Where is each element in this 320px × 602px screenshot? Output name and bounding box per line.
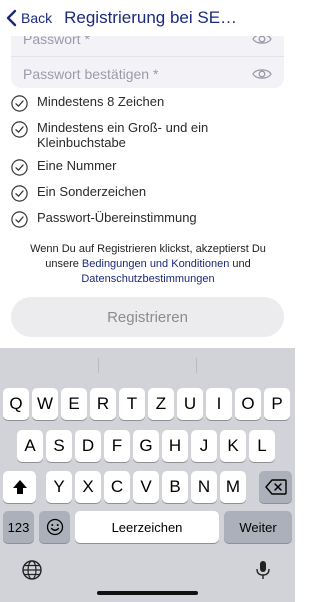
delete-key[interactable]	[259, 471, 292, 503]
emoji-key[interactable]	[39, 511, 70, 543]
emoji-icon	[46, 518, 63, 536]
page-title: Registrierung bei SEC...	[64, 8, 243, 27]
key[interactable]: G	[133, 430, 159, 462]
key[interactable]: E	[61, 388, 87, 420]
suggestion-divider	[196, 358, 197, 373]
requirement-item: Mindestens ein Groß- und ein Kleinbuchst…	[11, 120, 286, 150]
microphone-icon[interactable]	[252, 559, 274, 581]
key[interactable]: Z	[148, 388, 174, 420]
key[interactable]: J	[191, 430, 217, 462]
requirement-item: Mindestens 8 Zeichen	[11, 94, 286, 112]
key[interactable]: F	[104, 430, 130, 462]
back-label: Back	[21, 10, 53, 26]
check-circle-icon	[11, 211, 28, 228]
shift-key[interactable]	[3, 471, 36, 503]
key[interactable]: D	[75, 430, 101, 462]
back-button[interactable]: Back	[0, 9, 52, 27]
space-key[interactable]: Leerzeichen	[75, 511, 219, 543]
requirement-label: Mindestens 8 Zeichen	[37, 94, 165, 109]
check-circle-icon	[11, 121, 28, 138]
nav-header: Back Registrierung bei SEC...	[0, 0, 295, 36]
key[interactable]: Y	[46, 471, 72, 503]
key[interactable]: R	[90, 388, 116, 420]
key[interactable]: P	[264, 388, 290, 420]
suggestion-bar	[0, 348, 295, 382]
privacy-policy-link[interactable]: Datenschutzbestimmungen	[81, 273, 214, 285]
delete-icon	[264, 479, 287, 495]
key[interactable]: W	[32, 388, 58, 420]
globe-icon[interactable]	[21, 559, 43, 581]
key[interactable]: T	[119, 388, 145, 420]
key[interactable]: L	[249, 430, 275, 462]
keyboard-row-2: A S D F G H J K L	[0, 430, 295, 462]
requirement-label: Eine Nummer	[37, 158, 117, 173]
key[interactable]: N	[191, 471, 217, 503]
suggestion-divider	[98, 358, 99, 373]
key[interactable]: Q	[3, 388, 29, 420]
numbers-key[interactable]: 123	[3, 511, 34, 543]
key[interactable]: M	[220, 471, 246, 503]
register-button[interactable]: Registrieren	[11, 297, 284, 337]
terms-and: und	[232, 258, 251, 270]
requirement-item: Passwort-Übereinstimmung	[11, 210, 286, 228]
key[interactable]: B	[162, 471, 188, 503]
keyboard: Q W E R T Z U I O P A S D F G H J K L Y …	[0, 348, 295, 602]
requirement-label: Passwort-Übereinstimmung	[37, 210, 197, 225]
check-circle-icon	[11, 185, 28, 202]
key[interactable]: X	[75, 471, 101, 503]
check-circle-icon	[11, 159, 28, 176]
confirm-password-input[interactable]	[23, 65, 243, 82]
key[interactable]: U	[177, 388, 203, 420]
keyboard-row-4: 123 Leerzeichen Weiter	[0, 511, 295, 543]
key[interactable]: K	[220, 430, 246, 462]
key[interactable]: I	[206, 388, 232, 420]
password-requirements: Mindestens 8 Zeichen Mindestens ein Groß…	[11, 94, 286, 236]
terms-text: Wenn Du auf Registrieren klickst, akzept…	[14, 242, 282, 287]
chevron-left-icon	[6, 9, 17, 27]
requirement-label: Ein Sonderzeichen	[37, 184, 147, 199]
check-circle-icon	[11, 95, 28, 112]
requirement-item: Ein Sonderzeichen	[11, 184, 286, 202]
return-key[interactable]: Weiter	[224, 511, 292, 543]
key[interactable]: O	[235, 388, 261, 420]
requirement-label: Mindestens ein Groß- und ein Kleinbuchst…	[37, 120, 209, 150]
key[interactable]: C	[104, 471, 130, 503]
terms-conditions-link[interactable]: Bedingungen und Konditionen	[82, 258, 229, 270]
keyboard-row-3: Y X C V B N M	[0, 471, 295, 503]
keyboard-row-1: Q W E R T Z U I O P	[0, 388, 295, 420]
shift-icon	[12, 480, 27, 494]
home-indicator	[97, 591, 198, 595]
key[interactable]: S	[46, 430, 72, 462]
key[interactable]: A	[17, 430, 43, 462]
key[interactable]: H	[162, 430, 188, 462]
confirm-field-row	[11, 56, 284, 88]
requirement-item: Eine Nummer	[11, 158, 286, 176]
eye-icon[interactable]	[252, 67, 272, 81]
key[interactable]: V	[133, 471, 159, 503]
